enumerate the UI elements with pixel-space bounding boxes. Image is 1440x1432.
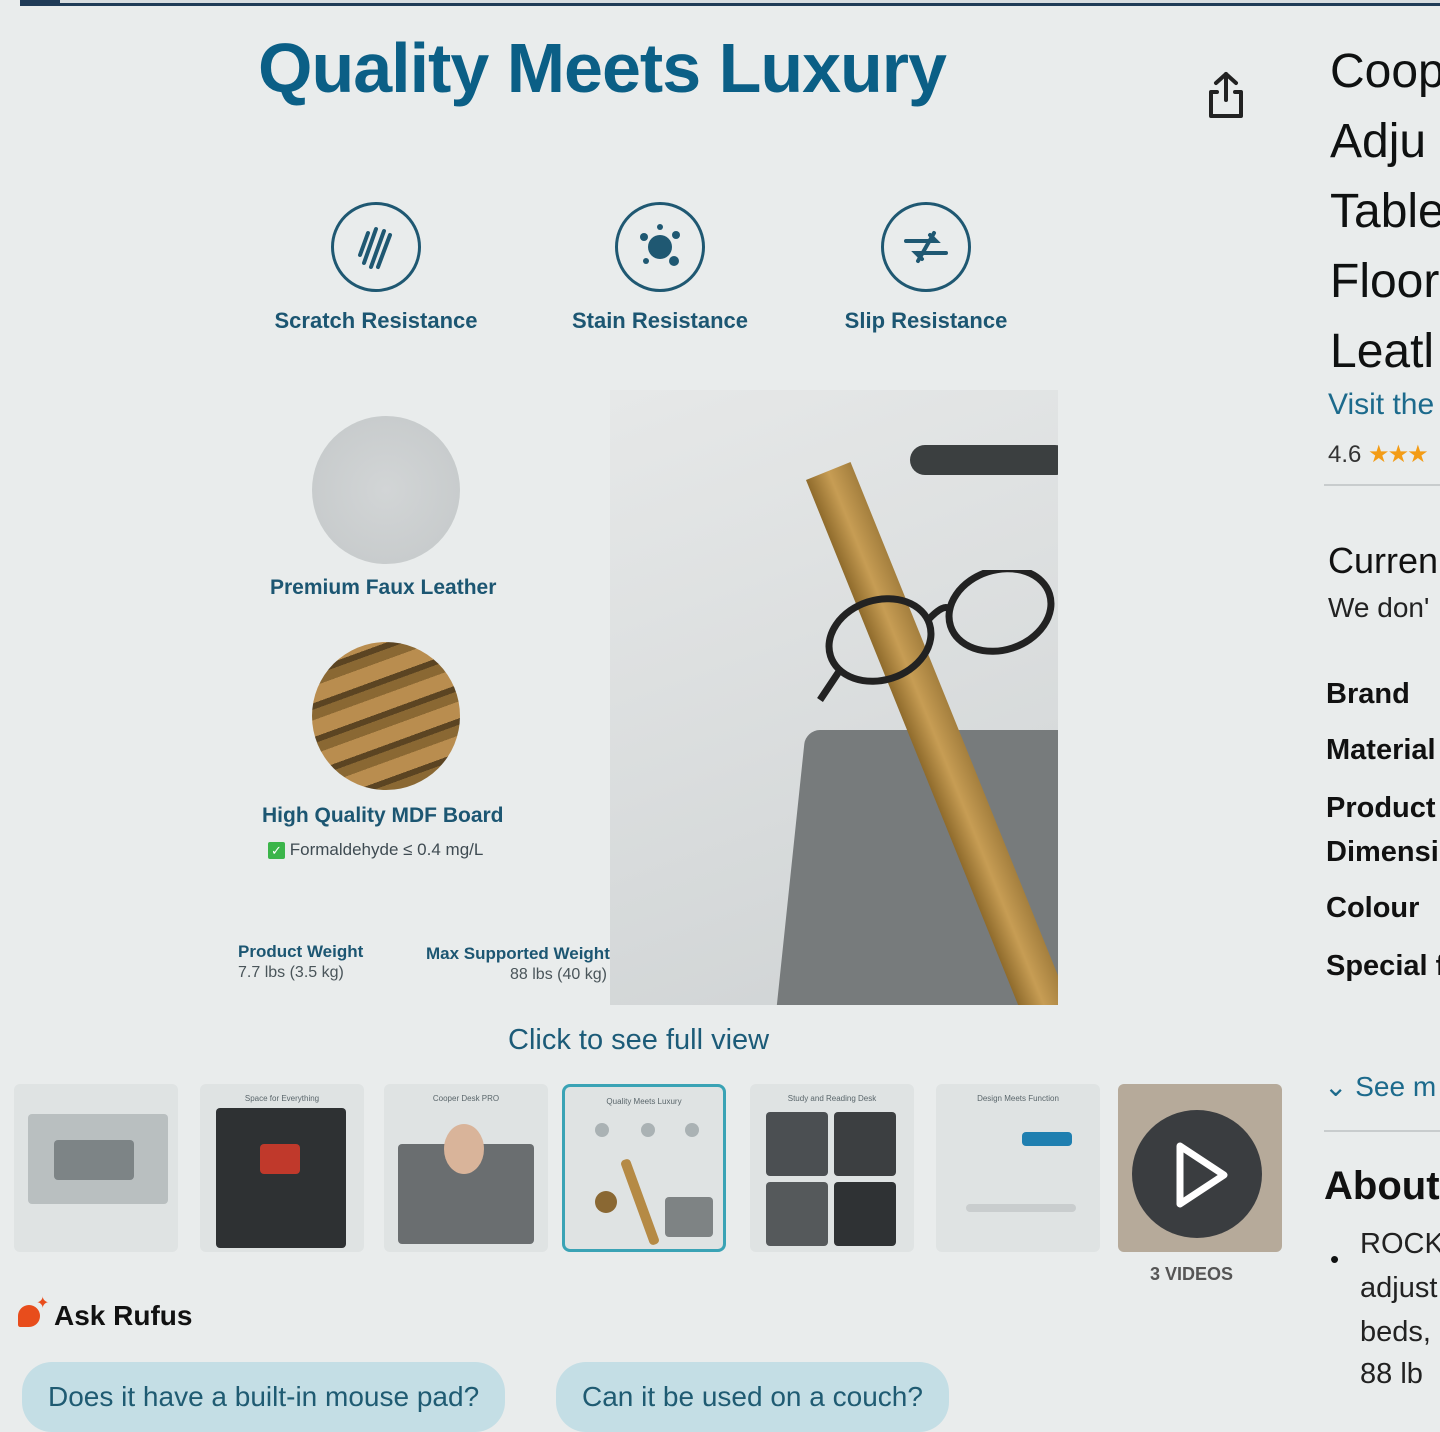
mdf-swatch	[312, 642, 460, 790]
feature-slip: Slip Resistance	[816, 202, 1036, 334]
attr-colour: Colour	[1326, 892, 1420, 924]
availability-text: We don'	[1328, 592, 1430, 623]
feature-scratch: Scratch Resistance	[266, 202, 486, 334]
about-bullet-line: beds,	[1360, 1316, 1431, 1348]
divider	[1324, 1130, 1440, 1132]
glasses-icon	[817, 570, 1055, 702]
max-weight-label: Max Supported Weight	[426, 944, 610, 963]
full-view-link[interactable]: Click to see full view	[508, 1024, 769, 1057]
product-title-line: Adju	[1330, 115, 1427, 168]
feature-label: Slip Resistance	[844, 308, 1008, 333]
divider	[1324, 484, 1440, 486]
thumbnail-4-selected[interactable]: Quality Meets Luxury	[562, 1084, 726, 1252]
faux-leather-swatch	[312, 416, 460, 564]
bullet-icon: •	[1330, 1244, 1340, 1274]
product-title-line: Table	[1330, 185, 1440, 238]
product-title-line: Leatl	[1330, 325, 1435, 378]
faux-leather-label: Premium Faux Leather	[270, 576, 497, 599]
max-weight-value: 88 lbs (40 kg)	[510, 966, 607, 983]
weight-label: Product Weight	[238, 942, 364, 961]
videos-count[interactable]: 3 VIDEOS	[1150, 1264, 1233, 1285]
share-icon	[1209, 72, 1243, 118]
play-icon	[1176, 1142, 1228, 1208]
stain-icon	[615, 202, 705, 292]
main-product-image[interactable]: Quality Meets Luxury Scratch Resistance …	[228, 20, 1078, 1020]
thumbnail-3[interactable]: Cooper Desk PRO	[384, 1084, 548, 1252]
share-button[interactable]	[1203, 70, 1249, 122]
rating[interactable]: 4.6 ★★★	[1328, 440, 1429, 469]
rufus-question-chip[interactable]: Can it be used on a couch?	[556, 1362, 949, 1432]
rufus-label: Ask Rufus	[54, 1300, 193, 1331]
image-headline: Quality Meets Luxury	[258, 29, 947, 107]
feature-label: Scratch Resistance	[274, 308, 478, 333]
product-title-line: Coop	[1330, 45, 1440, 98]
about-bullet-line: adjust	[1360, 1272, 1438, 1304]
about-heading: About	[1324, 1164, 1440, 1208]
top-border	[20, 0, 1440, 6]
feature-stain: Stain Resistance	[550, 202, 770, 334]
chevron-down-icon: ⌄	[1324, 1071, 1348, 1102]
formaldehyde-note: ✓ Formaldehyde ≤ 0.4 mg/L	[268, 840, 483, 860]
feature-label: Stain Resistance	[571, 308, 749, 333]
rufus-question-chip[interactable]: Does it have a built-in mouse pad?	[22, 1362, 506, 1432]
star-rating-icon: ★★★	[1368, 441, 1429, 468]
availability-title: Curren	[1328, 540, 1439, 581]
visit-store-link[interactable]: Visit the	[1328, 388, 1434, 422]
about-bullet-line: 88 lb	[1360, 1358, 1423, 1390]
product-title-line: Floor	[1330, 255, 1440, 308]
about-bullet-line: ROCK	[1360, 1228, 1440, 1260]
attr-material: Material	[1326, 734, 1436, 766]
attr-product: Product	[1326, 792, 1436, 824]
slip-icon	[881, 202, 971, 292]
ask-rufus[interactable]: ✦ Ask Rufus	[18, 1295, 193, 1332]
weight-value: 7.7 lbs (3.5 kg)	[238, 964, 344, 981]
thumbnail-1[interactable]	[14, 1084, 178, 1252]
rufus-icon: ✦	[18, 1295, 49, 1327]
mdf-label: High Quality MDF Board	[262, 804, 504, 827]
desk-handle	[910, 445, 1058, 475]
attr-dimensions: Dimensi	[1326, 836, 1439, 868]
scratch-icon	[331, 202, 421, 292]
attr-brand: Brand	[1326, 678, 1410, 710]
check-icon: ✓	[268, 842, 285, 859]
thumbnail-video[interactable]	[1118, 1084, 1282, 1252]
desk-photo	[610, 390, 1058, 1005]
attr-special: Special f	[1326, 950, 1440, 982]
product-details-column: Coop Adju Table Floor Leatl Visit the 4.…	[1324, 0, 1440, 1413]
thumbnail-2[interactable]: Space for Everything	[200, 1084, 364, 1252]
thumbnail-6[interactable]: Design Meets Function	[936, 1084, 1100, 1252]
thumbnail-5[interactable]: Study and Reading Desk	[750, 1084, 914, 1252]
see-more-link[interactable]: ⌄ See m	[1324, 1070, 1436, 1103]
